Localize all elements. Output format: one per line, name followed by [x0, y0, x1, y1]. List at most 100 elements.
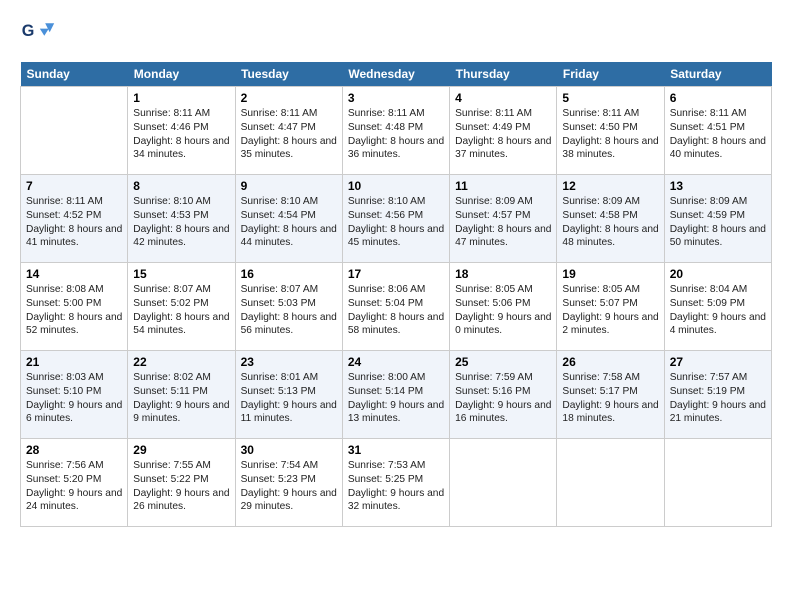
cell-info: Sunrise: 8:04 AMSunset: 5:09 PMDaylight:…	[670, 284, 766, 336]
date-number: 19	[562, 267, 658, 281]
cell-info: Sunrise: 7:58 AMSunset: 5:17 PMDaylight:…	[562, 372, 658, 424]
page-header: G	[20, 16, 772, 52]
date-number: 24	[348, 355, 444, 369]
date-number: 11	[455, 179, 551, 193]
date-number: 18	[455, 267, 551, 281]
calendar-cell	[450, 439, 557, 527]
calendar-cell: 18 Sunrise: 8:05 AMSunset: 5:06 PMDayligh…	[450, 263, 557, 351]
cell-info: Sunrise: 8:05 AMSunset: 5:07 PMDaylight:…	[562, 284, 658, 336]
date-number: 2	[241, 91, 337, 105]
cell-info: Sunrise: 8:07 AMSunset: 5:03 PMDaylight:…	[241, 284, 337, 336]
weekday-monday: Monday	[128, 62, 235, 87]
date-number: 15	[133, 267, 229, 281]
calendar-cell: 16 Sunrise: 8:07 AMSunset: 5:03 PMDayligh…	[235, 263, 342, 351]
cell-info: Sunrise: 7:57 AMSunset: 5:19 PMDaylight:…	[670, 372, 766, 424]
calendar-cell: 28 Sunrise: 7:56 AMSunset: 5:20 PMDayligh…	[21, 439, 128, 527]
cell-info: Sunrise: 8:09 AMSunset: 4:59 PMDaylight:…	[670, 196, 766, 248]
date-number: 22	[133, 355, 229, 369]
date-number: 1	[133, 91, 229, 105]
weekday-wednesday: Wednesday	[342, 62, 449, 87]
date-number: 5	[562, 91, 658, 105]
date-number: 8	[133, 179, 229, 193]
calendar-cell	[21, 87, 128, 175]
calendar-cell: 25 Sunrise: 7:59 AMSunset: 5:16 PMDayligh…	[450, 351, 557, 439]
weekday-header-row: SundayMondayTuesdayWednesdayThursdayFrid…	[21, 62, 772, 87]
cell-info: Sunrise: 7:53 AMSunset: 5:25 PMDaylight:…	[348, 460, 444, 512]
cell-info: Sunrise: 8:01 AMSunset: 5:13 PMDaylight:…	[241, 372, 337, 424]
logo-icon: G	[20, 16, 56, 52]
date-number: 28	[26, 443, 122, 457]
calendar-cell	[557, 439, 664, 527]
date-number: 27	[670, 355, 766, 369]
calendar-cell: 24Sunrise: 8:00 AMSunset: 5:14 PMDayligh…	[342, 351, 449, 439]
calendar-cell: 5 Sunrise: 8:11 AMSunset: 4:50 PMDaylight…	[557, 87, 664, 175]
cell-info: Sunrise: 8:03 AMSunset: 5:10 PMDaylight:…	[26, 372, 122, 424]
calendar-cell: 12Sunrise: 8:09 AMSunset: 4:58 PMDayligh…	[557, 175, 664, 263]
calendar-cell	[664, 439, 771, 527]
date-number: 16	[241, 267, 337, 281]
calendar-cell: 2 Sunrise: 8:11 AMSunset: 4:47 PMDaylight…	[235, 87, 342, 175]
cell-info: Sunrise: 8:11 AMSunset: 4:51 PMDaylight:…	[670, 108, 766, 160]
cell-info: Sunrise: 8:09 AMSunset: 4:57 PMDaylight:…	[455, 196, 551, 248]
date-number: 31	[348, 443, 444, 457]
date-number: 3	[348, 91, 444, 105]
calendar-cell: 8 Sunrise: 8:10 AMSunset: 4:53 PMDaylight…	[128, 175, 235, 263]
weekday-friday: Friday	[557, 62, 664, 87]
calendar-cell: 19 Sunrise: 8:05 AMSunset: 5:07 PMDayligh…	[557, 263, 664, 351]
date-number: 14	[26, 267, 122, 281]
date-number: 12	[562, 179, 658, 193]
date-number: 13	[670, 179, 766, 193]
cell-info: Sunrise: 7:54 AMSunset: 5:23 PMDaylight:…	[241, 460, 337, 512]
date-number: 23	[241, 355, 337, 369]
calendar-cell: 27 Sunrise: 7:57 AMSunset: 5:19 PMDayligh…	[664, 351, 771, 439]
cell-info: Sunrise: 8:10 AMSunset: 4:53 PMDaylight:…	[133, 196, 229, 248]
cell-info: Sunrise: 8:11 AMSunset: 4:52 PMDaylight:…	[26, 196, 122, 248]
cell-info: Sunrise: 7:56 AMSunset: 5:20 PMDaylight:…	[26, 460, 122, 512]
date-number: 17	[348, 267, 444, 281]
cell-info: Sunrise: 8:11 AMSunset: 4:47 PMDaylight:…	[241, 108, 337, 160]
calendar-cell: 11 Sunrise: 8:09 AMSunset: 4:57 PMDayligh…	[450, 175, 557, 263]
weekday-thursday: Thursday	[450, 62, 557, 87]
cell-info: Sunrise: 8:02 AMSunset: 5:11 PMDaylight:…	[133, 372, 229, 424]
calendar-cell: 29Sunrise: 7:55 AMSunset: 5:22 PMDayligh…	[128, 439, 235, 527]
calendar-cell: 14Sunrise: 8:08 AMSunset: 5:00 PMDayligh…	[21, 263, 128, 351]
calendar-cell: 22 Sunrise: 8:02 AMSunset: 5:11 PMDayligh…	[128, 351, 235, 439]
calendar-cell: 30Sunrise: 7:54 AMSunset: 5:23 PMDayligh…	[235, 439, 342, 527]
weekday-sunday: Sunday	[21, 62, 128, 87]
week-row-5: 28 Sunrise: 7:56 AMSunset: 5:20 PMDayligh…	[21, 439, 772, 527]
calendar-cell: 26 Sunrise: 7:58 AMSunset: 5:17 PMDayligh…	[557, 351, 664, 439]
calendar-cell: 9 Sunrise: 8:10 AMSunset: 4:54 PMDaylight…	[235, 175, 342, 263]
cell-info: Sunrise: 8:06 AMSunset: 5:04 PMDaylight:…	[348, 284, 444, 336]
cell-info: Sunrise: 8:05 AMSunset: 5:06 PMDaylight:…	[455, 284, 551, 336]
calendar-cell: 6Sunrise: 8:11 AMSunset: 4:51 PMDaylight…	[664, 87, 771, 175]
week-row-4: 21Sunrise: 8:03 AMSunset: 5:10 PMDayligh…	[21, 351, 772, 439]
cell-info: Sunrise: 8:11 AMSunset: 4:50 PMDaylight:…	[562, 108, 658, 160]
cell-info: Sunrise: 8:11 AMSunset: 4:48 PMDaylight:…	[348, 108, 444, 160]
date-number: 7	[26, 179, 122, 193]
calendar-cell: 13 Sunrise: 8:09 AMSunset: 4:59 PMDayligh…	[664, 175, 771, 263]
weekday-tuesday: Tuesday	[235, 62, 342, 87]
cell-info: Sunrise: 8:11 AMSunset: 4:46 PMDaylight:…	[133, 108, 229, 160]
calendar-page: G SundayMondayTuesdayWednesdayThursdayFr…	[0, 0, 792, 612]
calendar-cell: 20 Sunrise: 8:04 AMSunset: 5:09 PMDayligh…	[664, 263, 771, 351]
week-row-2: 7 Sunrise: 8:11 AMSunset: 4:52 PMDaylight…	[21, 175, 772, 263]
cell-info: Sunrise: 8:10 AMSunset: 4:54 PMDaylight:…	[241, 196, 337, 248]
calendar-cell: 31 Sunrise: 7:53 AMSunset: 5:25 PMDayligh…	[342, 439, 449, 527]
date-number: 4	[455, 91, 551, 105]
calendar-cell: 1 Sunrise: 8:11 AMSunset: 4:46 PMDaylight…	[128, 87, 235, 175]
cell-info: Sunrise: 7:59 AMSunset: 5:16 PMDaylight:…	[455, 372, 551, 424]
cell-info: Sunrise: 8:10 AMSunset: 4:56 PMDaylight:…	[348, 196, 444, 248]
date-number: 26	[562, 355, 658, 369]
calendar-cell: 23 Sunrise: 8:01 AMSunset: 5:13 PMDayligh…	[235, 351, 342, 439]
calendar-cell: 17 Sunrise: 8:06 AMSunset: 5:04 PMDayligh…	[342, 263, 449, 351]
date-number: 9	[241, 179, 337, 193]
date-number: 20	[670, 267, 766, 281]
calendar-table: SundayMondayTuesdayWednesdayThursdayFrid…	[20, 62, 772, 527]
calendar-cell: 3 Sunrise: 8:11 AMSunset: 4:48 PMDaylight…	[342, 87, 449, 175]
logo: G	[20, 16, 60, 52]
date-number: 25	[455, 355, 551, 369]
date-number: 10	[348, 179, 444, 193]
week-row-1: 1 Sunrise: 8:11 AMSunset: 4:46 PMDaylight…	[21, 87, 772, 175]
calendar-cell: 7 Sunrise: 8:11 AMSunset: 4:52 PMDaylight…	[21, 175, 128, 263]
week-row-3: 14Sunrise: 8:08 AMSunset: 5:00 PMDayligh…	[21, 263, 772, 351]
